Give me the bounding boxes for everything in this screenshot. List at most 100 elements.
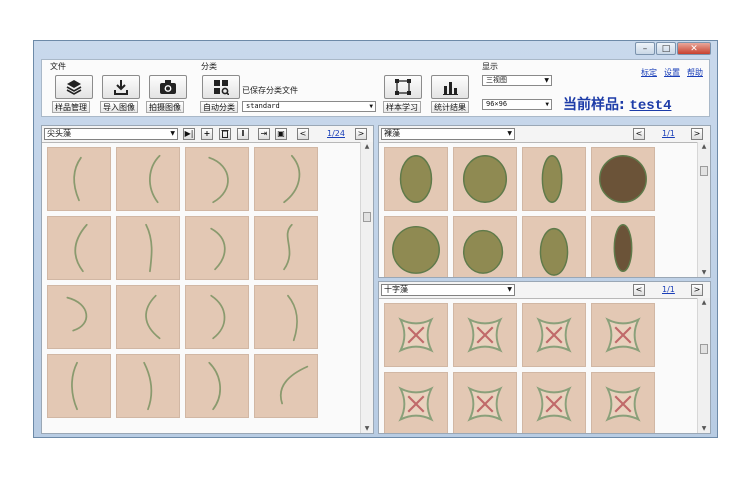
specimen-thumbnail[interactable] — [47, 285, 111, 349]
right-top-category-select[interactable]: 裸藻 ▼ — [381, 128, 515, 140]
save-icon[interactable]: ▣ — [275, 128, 287, 140]
scroll-down-arrow-icon[interactable]: ▼ — [698, 425, 710, 432]
add-icon[interactable]: + — [201, 128, 213, 140]
specimen-thumbnail[interactable] — [522, 372, 586, 433]
title-bar: – □ ✕ — [34, 41, 717, 59]
statistics-button[interactable] — [431, 75, 469, 99]
classify-file-value: standard — [246, 102, 280, 110]
minimize-button[interactable]: – — [635, 42, 655, 55]
specimen-thumbnail[interactable] — [522, 147, 586, 211]
import-image-label[interactable]: 导入图像 — [100, 101, 138, 113]
dropdown-arrow-icon: ▼ — [507, 130, 512, 137]
left-category-pane: 尖头藻 ▼ ▶| + I ⇥ ▣ < 1/24 > ▲ ▼ — [41, 125, 374, 434]
rename-icon[interactable]: I — [237, 128, 249, 140]
specimen-thumbnail[interactable] — [453, 372, 517, 433]
scroll-up-arrow-icon[interactable]: ▲ — [361, 143, 373, 150]
prev-page-button[interactable]: < — [297, 128, 309, 140]
auto-classify-label[interactable]: 自动分类 — [200, 101, 238, 113]
specimen-thumbnail[interactable] — [453, 216, 517, 277]
capture-image-label[interactable]: 拍摄图像 — [146, 101, 184, 113]
help-link[interactable]: 帮助 — [687, 67, 703, 78]
next-page-button[interactable]: > — [355, 128, 367, 140]
auto-classify-button[interactable] — [202, 75, 240, 99]
sample-manage-button[interactable] — [55, 75, 93, 99]
saved-file-label: 已保存分类文件 — [242, 86, 298, 95]
current-sample-value: test4 — [629, 98, 672, 114]
sample-learning-label[interactable]: 样本学习 — [383, 101, 421, 113]
specimen-thumbnail[interactable] — [254, 147, 318, 211]
classify-file-select[interactable]: standard ▼ — [242, 101, 376, 112]
restore-button[interactable]: □ — [656, 42, 676, 55]
specimen-thumbnail[interactable] — [453, 303, 517, 367]
top-links: 标定 设置 帮助 — [641, 67, 703, 78]
specimen-thumbnail[interactable] — [522, 303, 586, 367]
specimen-thumbnail[interactable] — [591, 303, 655, 367]
dropdown-arrow-icon: ▼ — [544, 77, 549, 84]
left-pane-toolbar: 尖头藻 ▼ ▶| + I ⇥ ▣ < 1/24 > — [42, 126, 373, 143]
import-image-button[interactable] — [102, 75, 140, 99]
specimen-thumbnail[interactable] — [384, 147, 448, 211]
specimen-thumbnail[interactable] — [384, 216, 448, 277]
specimen-thumbnail[interactable] — [185, 147, 249, 211]
right-bottom-scrollbar[interactable]: ▲ ▼ — [697, 298, 710, 433]
statistics-label[interactable]: 统计结果 — [431, 101, 469, 113]
specimen-thumbnail[interactable] — [254, 285, 318, 349]
specimen-thumbnail[interactable] — [116, 354, 180, 418]
right-bottom-image-grid — [384, 303, 655, 433]
next-page-button[interactable]: > — [691, 284, 703, 296]
sample-learning-button[interactable] — [384, 75, 422, 99]
specimen-thumbnail[interactable] — [591, 216, 655, 277]
view-mode-value: 三视图 — [486, 76, 507, 84]
capture-image-button[interactable] — [149, 75, 187, 99]
specimen-thumbnail[interactable] — [384, 303, 448, 367]
specimen-thumbnail[interactable] — [47, 354, 111, 418]
left-category-select[interactable]: 尖头藻 ▼ — [44, 128, 178, 140]
specimen-thumbnail[interactable] — [522, 216, 586, 277]
prev-page-button[interactable]: < — [633, 128, 645, 140]
specimen-thumbnail[interactable] — [185, 285, 249, 349]
dropdown-arrow-icon: ▼ — [545, 101, 549, 108]
sample-manage-label[interactable]: 样品管理 — [52, 101, 90, 113]
specimen-thumbnail[interactable] — [254, 354, 318, 418]
play-end-icon[interactable]: ▶| — [183, 128, 195, 140]
main-window: – □ ✕ 文件 分类 显示 样品管理 导入图像 拍摄图像 自动分类 已保存分类… — [33, 40, 718, 438]
calibrate-link[interactable]: 标定 — [641, 67, 657, 78]
specimen-thumbnail[interactable] — [47, 216, 111, 280]
next-page-button[interactable]: > — [691, 128, 703, 140]
right-top-scrollbar[interactable]: ▲ ▼ — [697, 142, 710, 277]
specimen-thumbnail[interactable] — [384, 372, 448, 433]
specimen-thumbnail[interactable] — [591, 372, 655, 433]
right-bottom-category-select[interactable]: 十字藻 ▼ — [381, 284, 515, 296]
specimen-thumbnail[interactable] — [116, 147, 180, 211]
close-button[interactable]: ✕ — [677, 42, 711, 55]
specimen-thumbnail[interactable] — [185, 354, 249, 418]
ribbon: 文件 分类 显示 样品管理 导入图像 拍摄图像 自动分类 已保存分类文件 sta… — [41, 59, 710, 117]
specimen-thumbnail[interactable] — [591, 147, 655, 211]
prev-page-button[interactable]: < — [633, 284, 645, 296]
export-icon[interactable]: ⇥ — [258, 128, 270, 140]
right-top-category-value: 裸藻 — [384, 129, 400, 138]
specimen-thumbnail[interactable] — [116, 285, 180, 349]
scroll-thumb[interactable] — [700, 166, 708, 176]
scroll-up-arrow-icon[interactable]: ▲ — [698, 299, 710, 306]
scroll-thumb[interactable] — [363, 212, 371, 222]
scroll-thumb[interactable] — [700, 344, 708, 354]
layers-icon — [66, 80, 82, 95]
scroll-down-arrow-icon[interactable]: ▼ — [361, 425, 373, 432]
scroll-down-arrow-icon[interactable]: ▼ — [698, 269, 710, 276]
specimen-thumbnail[interactable] — [116, 216, 180, 280]
scroll-up-arrow-icon[interactable]: ▲ — [698, 143, 710, 150]
left-scrollbar[interactable]: ▲ ▼ — [360, 142, 373, 433]
bar-chart-icon — [443, 82, 458, 95]
specimen-thumbnail[interactable] — [47, 147, 111, 211]
thumb-size-select[interactable]: 96×96 ▼ — [482, 99, 552, 110]
specimen-thumbnail[interactable] — [254, 216, 318, 280]
delete-icon[interactable] — [219, 128, 231, 140]
specimen-thumbnail[interactable] — [453, 147, 517, 211]
file-group-label: 文件 — [50, 62, 66, 71]
left-image-grid — [47, 147, 318, 418]
view-mode-select[interactable]: 三视图 ▼ — [482, 75, 552, 86]
specimen-thumbnail[interactable] — [185, 216, 249, 280]
bounding-box-icon — [395, 79, 411, 95]
settings-link[interactable]: 设置 — [664, 67, 680, 78]
